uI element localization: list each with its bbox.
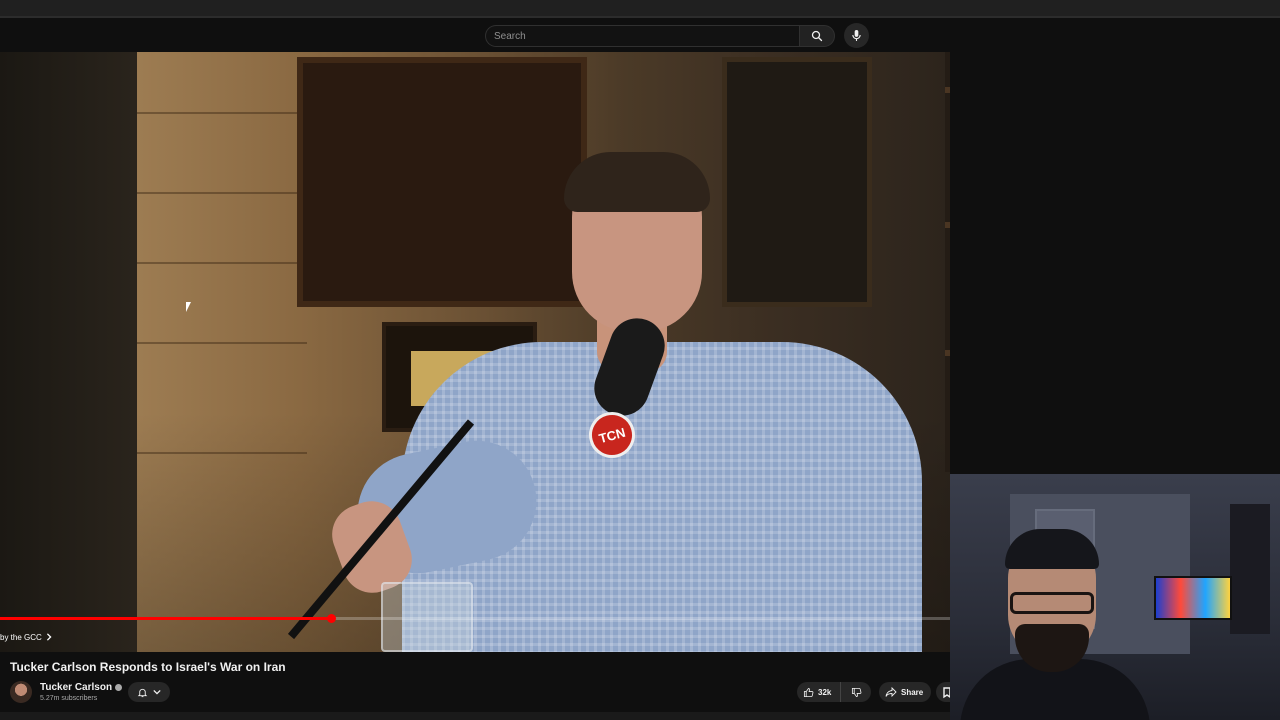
progress-bar[interactable]	[0, 614, 950, 623]
wall-plank	[137, 342, 307, 344]
verified-icon	[115, 684, 123, 691]
player-letterbox	[0, 52, 137, 652]
share-button[interactable]: Share	[879, 682, 931, 702]
notifications-button[interactable]	[128, 682, 170, 702]
chapter-label: by the GCC	[0, 632, 42, 642]
channel-name-link[interactable]: Tucker Carlson	[40, 682, 123, 693]
search-button[interactable]	[799, 25, 835, 47]
video-player[interactable]: TCN by the GCC	[0, 52, 950, 652]
thumbs-up-icon	[803, 687, 814, 697]
search-box[interactable]	[485, 25, 799, 47]
search-input[interactable]	[494, 29, 784, 44]
chevron-right-icon	[46, 633, 52, 641]
wall-plank	[137, 112, 307, 114]
video-title: Tucker Carlson Responds to Israel's War …	[10, 660, 286, 674]
share-label: Share	[901, 687, 924, 697]
shelf-board	[945, 87, 950, 93]
wall-plank	[137, 192, 307, 194]
shelf-board	[945, 222, 950, 228]
bell-icon	[137, 688, 148, 697]
dislike-button[interactable]	[841, 682, 871, 702]
voice-search-button[interactable]	[844, 23, 869, 48]
webcam-bookshelf	[1230, 504, 1270, 634]
webcam-overlay	[950, 474, 1280, 720]
share-icon	[885, 687, 897, 697]
streamer-glasses	[1010, 592, 1094, 614]
channel-avatar[interactable]	[10, 681, 32, 703]
presenter-hair	[564, 152, 710, 212]
chapter-title[interactable]: by the GCC	[0, 630, 52, 644]
wall-plank	[137, 262, 307, 264]
like-dislike-group: 32k	[797, 682, 871, 702]
browser-top-bar	[0, 0, 1280, 18]
chevron-down-icon	[153, 689, 161, 695]
webcam-tv-screen	[1154, 576, 1232, 620]
channel-name: Tucker Carlson	[40, 682, 113, 693]
subscriber-count: 5.27m subscribers	[40, 695, 98, 702]
mouse-cursor	[186, 302, 191, 312]
save-icon	[943, 687, 950, 699]
thumbs-down-icon	[851, 687, 861, 697]
progress-bar-played	[0, 617, 331, 620]
page-bottom-strip	[0, 712, 950, 720]
search-icon	[811, 30, 823, 42]
bookshelf	[945, 52, 950, 472]
microphone-icon	[852, 30, 861, 41]
save-button[interactable]	[936, 682, 950, 702]
video-frame[interactable]: TCN	[137, 52, 950, 652]
like-count: 32k	[818, 687, 832, 697]
progress-scrubber[interactable]	[326, 614, 336, 623]
like-button[interactable]: 32k	[797, 682, 841, 702]
shelf-board	[945, 350, 950, 356]
wall-plank	[137, 452, 307, 454]
